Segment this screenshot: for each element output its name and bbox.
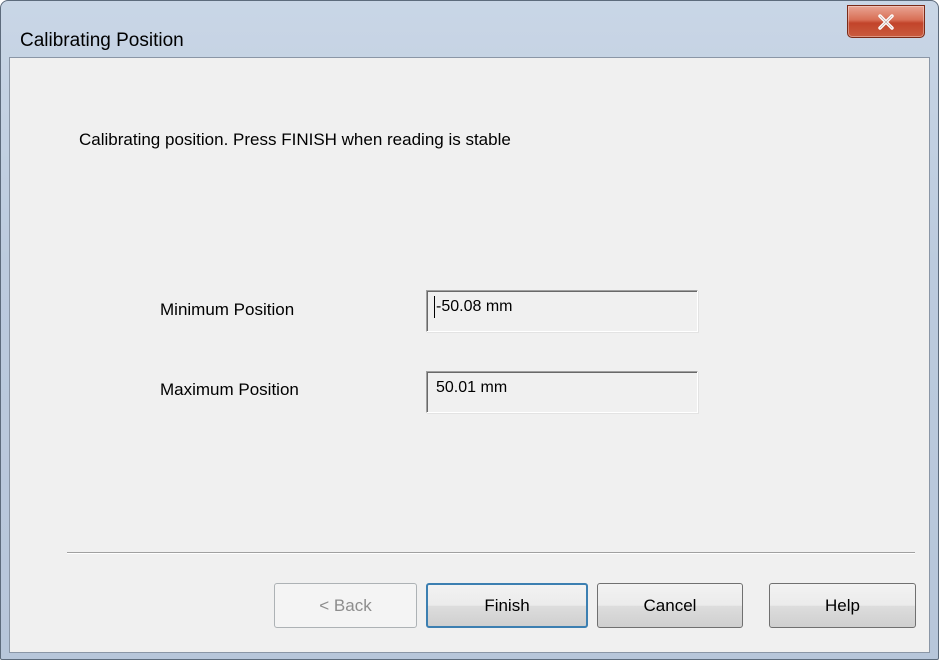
back-button[interactable]: < Back: [274, 583, 417, 628]
button-row-divider: [67, 552, 915, 554]
dialog-client-area: Calibrating position. Press FINISH when …: [9, 57, 930, 653]
instruction-text: Calibrating position. Press FINISH when …: [79, 130, 511, 149]
cancel-button[interactable]: Cancel: [597, 583, 743, 628]
finish-button[interactable]: Finish: [426, 583, 588, 628]
maximum-position-field[interactable]: 50.01 mm: [426, 371, 698, 413]
calibrating-position-dialog: Calibrating Position Calibrating positio…: [0, 0, 939, 660]
help-button[interactable]: Help: [769, 583, 916, 628]
text-caret: [434, 296, 435, 318]
title-bar[interactable]: Calibrating Position: [1, 1, 938, 57]
window-title: Calibrating Position: [20, 30, 184, 51]
close-button[interactable]: [847, 5, 925, 38]
minimum-position-label: Minimum Position: [160, 300, 295, 319]
maximum-position-value: 50.01 mm: [436, 379, 508, 396]
maximum-position-label: Maximum Position: [160, 380, 299, 399]
minimum-position-field[interactable]: -50.08 mm: [426, 290, 698, 332]
minimum-position-value: -50.08 mm: [436, 298, 513, 315]
close-x-icon: [878, 14, 894, 30]
